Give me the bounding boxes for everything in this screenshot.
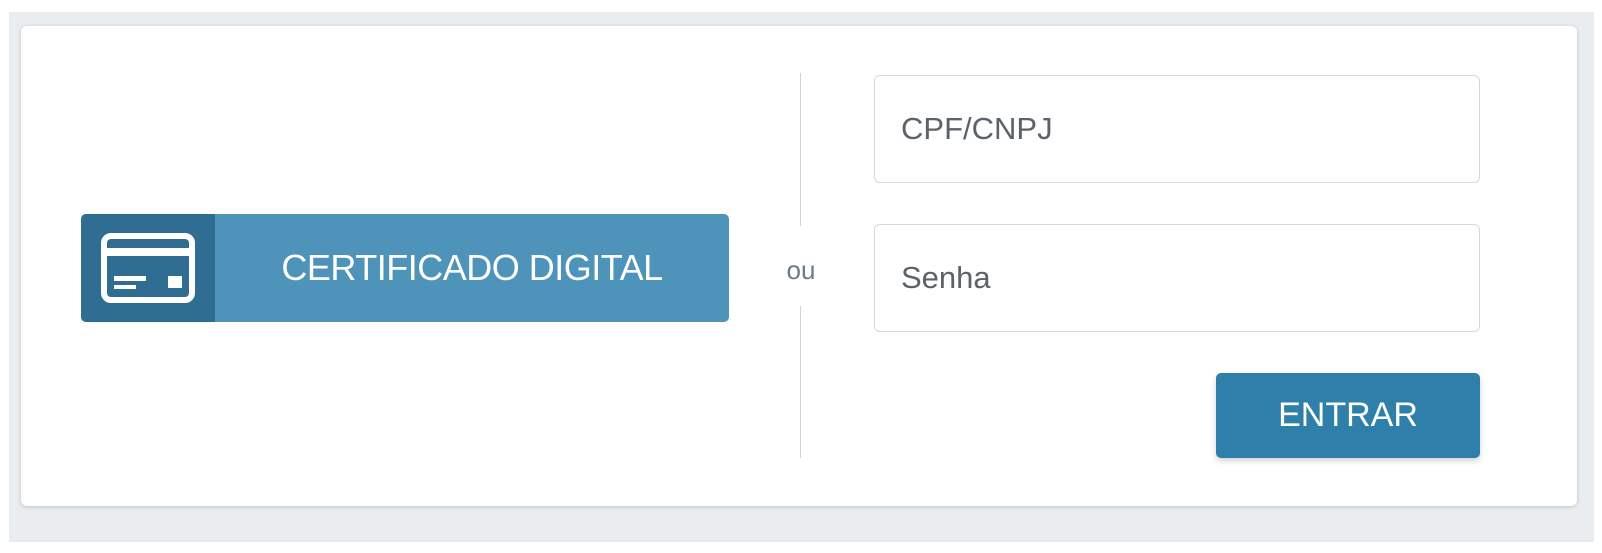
- enter-button[interactable]: ENTRAR: [1216, 373, 1480, 458]
- vertical-divider-top: [800, 73, 801, 226]
- password-input[interactable]: [874, 224, 1480, 332]
- vertical-divider-bottom: [800, 306, 801, 458]
- credit-card-icon: [101, 233, 195, 303]
- cpf-cnpj-input[interactable]: [874, 75, 1480, 183]
- certificate-login-button[interactable]: CERTIFICADO DIGITAL: [81, 214, 729, 322]
- certificate-button-label: CERTIFICADO DIGITAL: [281, 247, 663, 288]
- certificate-icon-container: [81, 214, 215, 322]
- or-separator: ou: [786, 255, 816, 285]
